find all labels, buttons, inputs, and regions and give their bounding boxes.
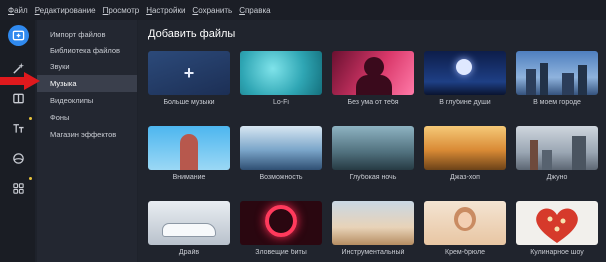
plus-icon: + <box>183 62 195 83</box>
menu-settings[interactable]: Настройки <box>146 6 185 15</box>
music-tile[interactable]: Зловещие биты <box>240 201 322 256</box>
music-tile[interactable]: Возможность <box>240 126 322 181</box>
tile-label: Больше музыки <box>163 99 215 106</box>
import-tool-button[interactable] <box>8 25 29 46</box>
jazz-hop-thumbnail <box>424 126 506 170</box>
cooking-show-thumbnail <box>516 201 598 245</box>
transitions-icon <box>13 93 24 104</box>
tile-label: Драйв <box>178 249 200 256</box>
music-tile[interactable]: Джуно <box>516 126 598 181</box>
creme-brulee-thumbnail <box>424 201 506 245</box>
music-tile[interactable]: Внимание <box>148 126 230 181</box>
page-title: Добавить файлы <box>148 28 236 40</box>
grid-icon <box>13 183 24 194</box>
menu-edit[interactable]: Редактирование <box>35 6 96 15</box>
music-tile[interactable]: Крем-брюле <box>424 201 506 256</box>
main-content: Добавить файлы + Больше музыки Lo-Fi Без… <box>138 20 606 262</box>
drive-thumbnail <box>148 201 230 245</box>
tool-rail <box>0 20 35 262</box>
menu-save[interactable]: Сохранить <box>192 6 232 15</box>
titles-icon <box>13 124 24 133</box>
new-badge-dot <box>29 177 32 180</box>
tile-label: Lo-Fi <box>273 99 289 106</box>
app-window: Файл Редактирование Просмотр Настройки С… <box>0 0 606 262</box>
deep-soul-thumbnail <box>424 51 506 95</box>
music-tile[interactable]: Драйв <box>148 201 230 256</box>
music-tile[interactable]: Lo-Fi <box>240 51 322 106</box>
stickers-icon <box>13 153 24 164</box>
instrumental-thumbnail <box>332 201 414 245</box>
tile-label: Инструментальный <box>341 249 405 256</box>
titles-tool-button[interactable] <box>8 118 29 139</box>
tile-label: В моем городе <box>533 99 581 106</box>
tile-label: Возможность <box>259 174 303 181</box>
music-tile[interactable]: Кулинарное шоу <box>516 201 598 256</box>
music-tile[interactable]: Без ума от тебя <box>332 51 414 106</box>
music-tile[interactable]: Глубокая ночь <box>332 126 414 181</box>
more-music-thumbnail: + <box>148 51 230 95</box>
sidebar-item-sounds[interactable]: Звуки <box>37 58 137 75</box>
highlight-arrow-icon <box>0 72 40 90</box>
my-city-thumbnail <box>516 51 598 95</box>
menu-file[interactable]: Файл <box>8 6 28 15</box>
crazy-about-you-thumbnail <box>332 51 414 95</box>
tile-label: Кулинарное шоу <box>530 249 584 256</box>
tile-label: Внимание <box>172 174 206 181</box>
sidebar-item-effects-store[interactable]: Магазин эффектов <box>37 126 137 143</box>
tile-label: В глубине души <box>439 99 491 106</box>
menu-bar: Файл Редактирование Просмотр Настройки С… <box>0 0 606 20</box>
juno-thumbnail <box>516 126 598 170</box>
sidebar-item-import[interactable]: Импорт файлов <box>37 26 137 43</box>
import-icon <box>12 30 25 41</box>
music-tile[interactable]: В моем городе <box>516 51 598 106</box>
tile-label: Зловещие биты <box>255 249 307 256</box>
music-tile[interactable]: В глубине души <box>424 51 506 106</box>
more-tools-button[interactable] <box>8 178 29 199</box>
category-sidebar: Импорт файлов Библиотека файлов Звуки Му… <box>37 20 137 262</box>
tile-label: Крем-брюле <box>445 249 485 256</box>
stickers-tool-button[interactable] <box>8 148 29 169</box>
sidebar-item-music[interactable]: Музыка <box>37 75 137 92</box>
attention-thumbnail <box>148 126 230 170</box>
opportunity-thumbnail <box>240 126 322 170</box>
deep-night-thumbnail <box>332 126 414 170</box>
music-tile[interactable]: Инструментальный <box>332 201 414 256</box>
sidebar-item-backgrounds[interactable]: Фоны <box>37 109 137 126</box>
sinister-beats-thumbnail <box>240 201 322 245</box>
music-tile[interactable]: Джаз-хоп <box>424 126 506 181</box>
tile-label: Джаз-хоп <box>450 174 480 181</box>
transitions-tool-button[interactable] <box>8 88 29 109</box>
sidebar-item-videoclips[interactable]: Видеоклипы <box>37 92 137 109</box>
lofi-thumbnail <box>240 51 322 95</box>
menu-help[interactable]: Справка <box>239 6 270 15</box>
new-badge-dot <box>29 117 32 120</box>
sidebar-item-library[interactable]: Библиотека файлов <box>37 42 137 59</box>
heart-pizza-icon <box>536 208 578 243</box>
tile-label: Джуно <box>546 174 568 181</box>
tile-label: Без ума от тебя <box>347 99 399 106</box>
menu-view[interactable]: Просмотр <box>103 6 140 15</box>
tile-label: Глубокая ночь <box>349 174 397 181</box>
music-tile-more[interactable]: + Больше музыки <box>148 51 230 106</box>
